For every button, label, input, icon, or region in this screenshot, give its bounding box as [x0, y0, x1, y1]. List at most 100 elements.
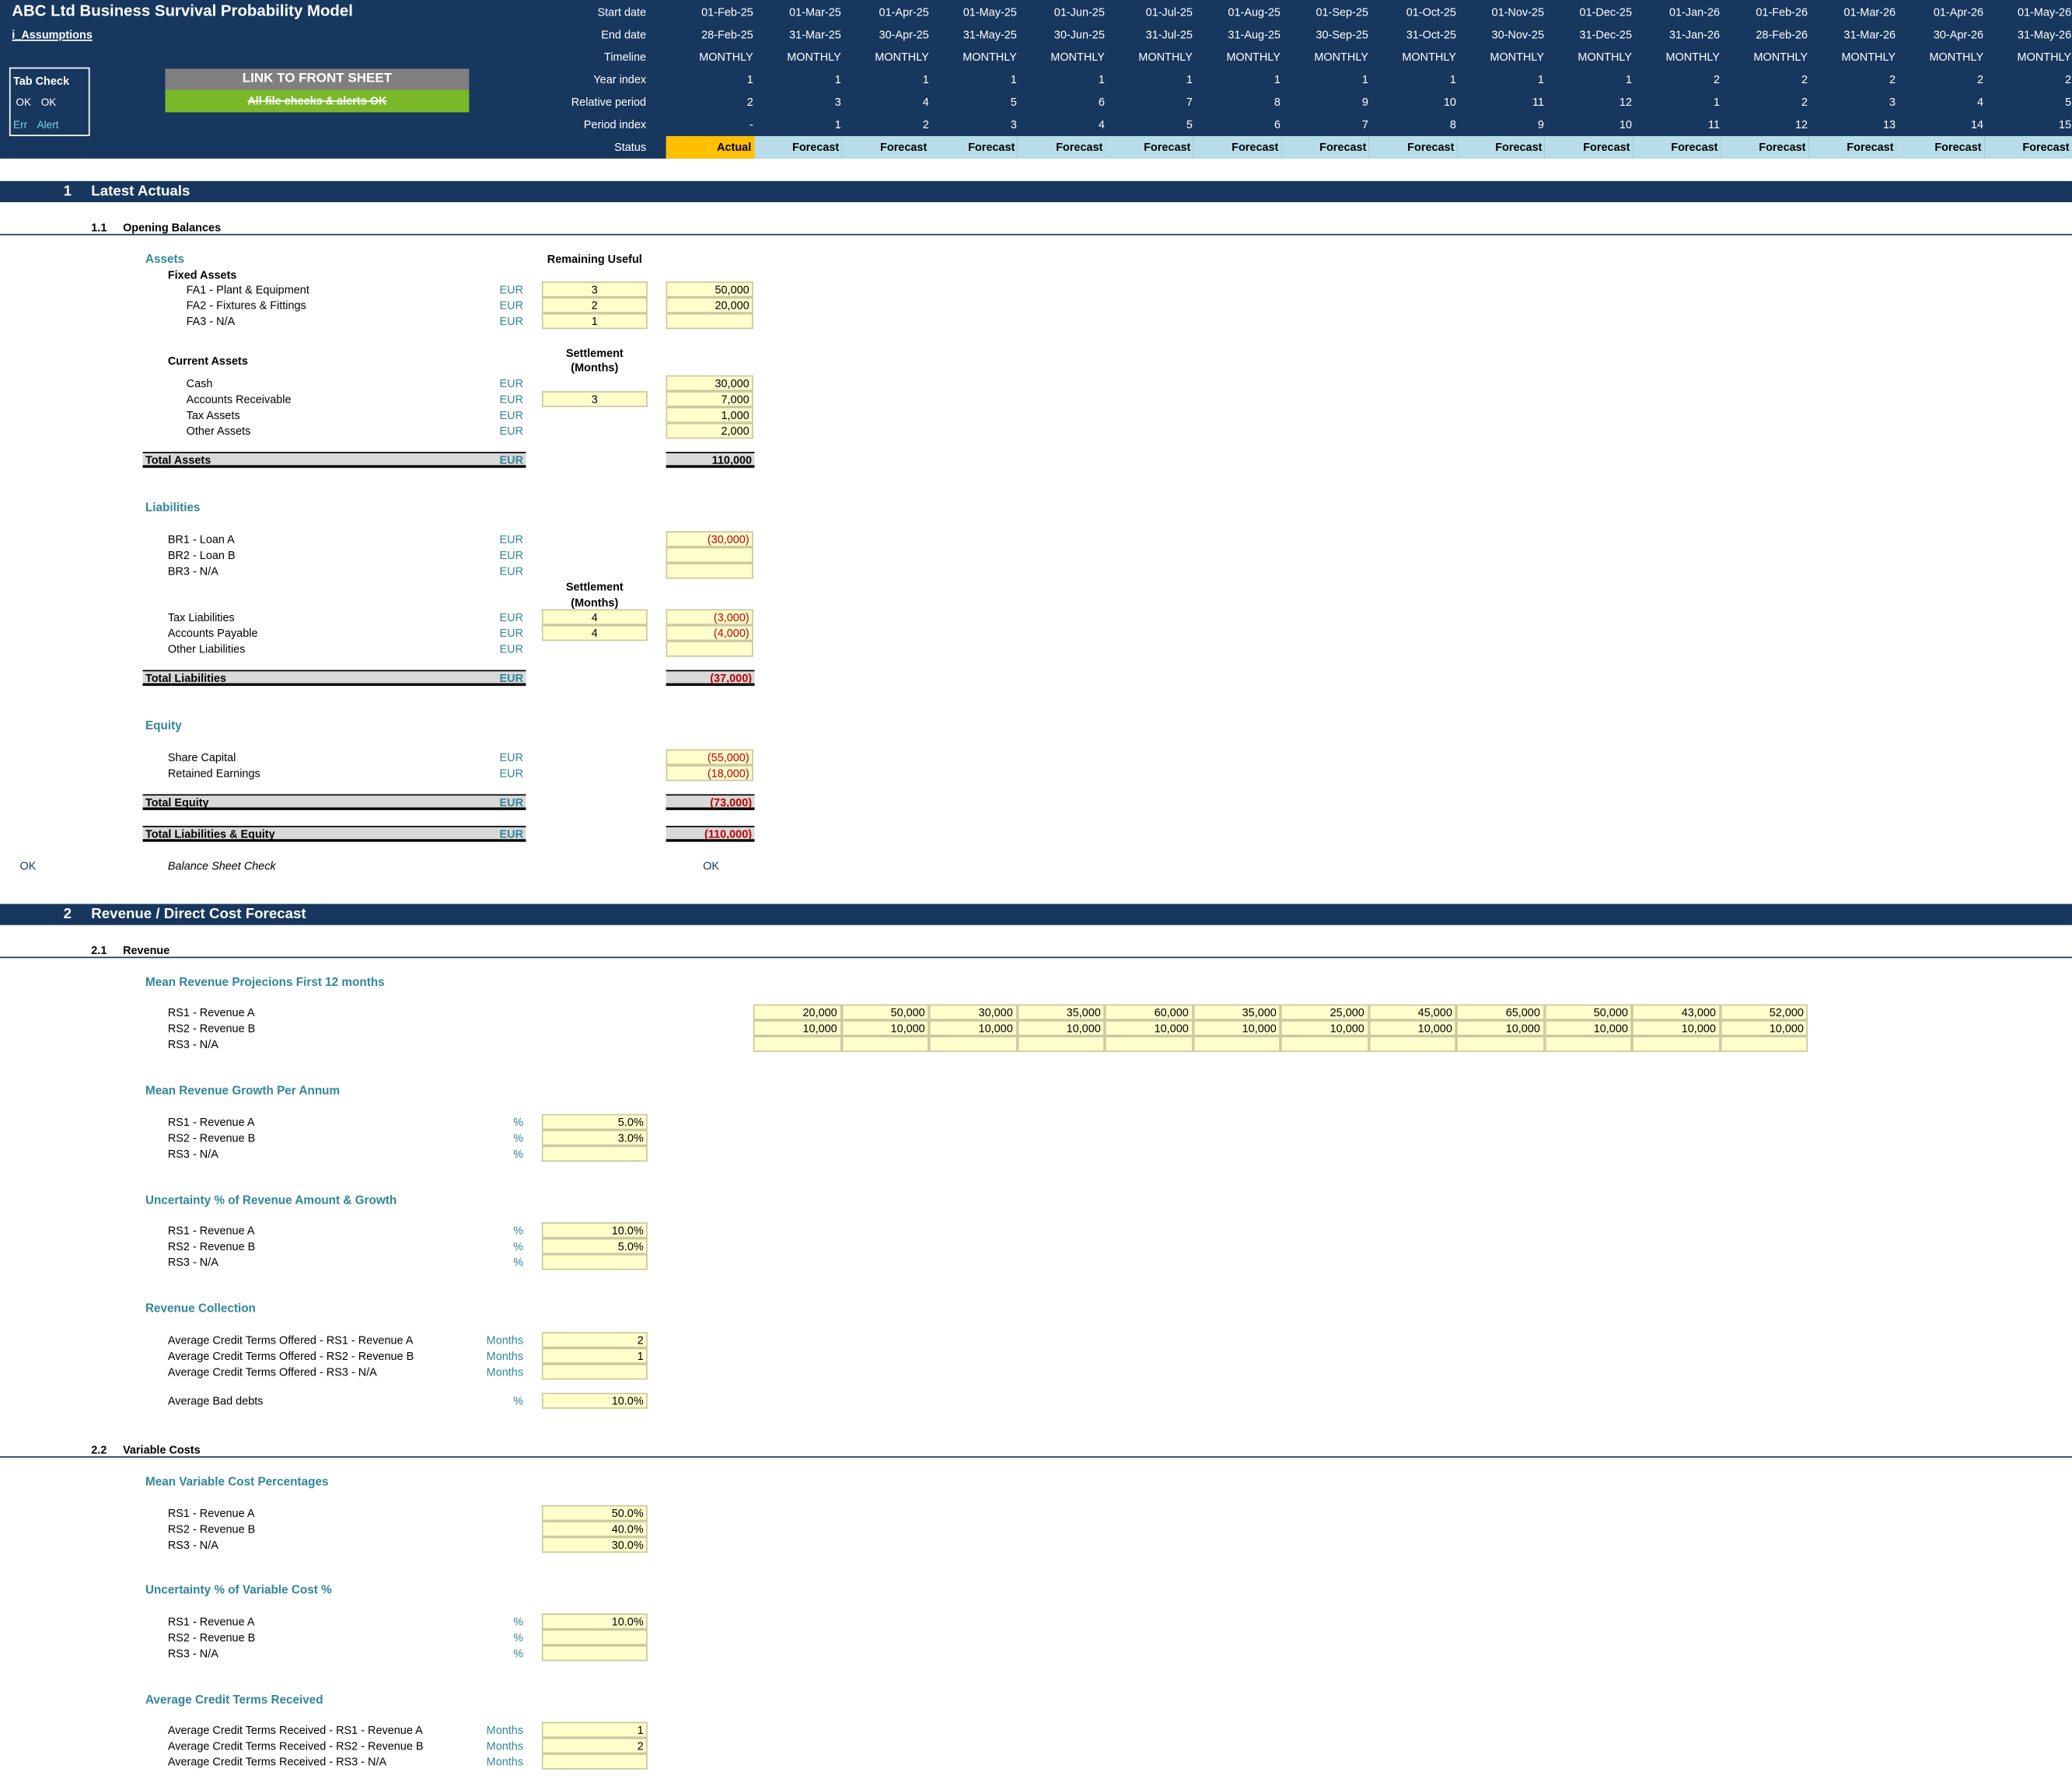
- revenue-projection-input[interactable]: [1280, 1036, 1368, 1052]
- fixed-asset-months-input[interactable]: 3: [541, 281, 648, 298]
- revenue-projection-input[interactable]: 30,000: [928, 1004, 1017, 1021]
- revenue-projection-input[interactable]: [1368, 1036, 1456, 1052]
- fixed-asset-value-input[interactable]: 50,000: [666, 281, 753, 298]
- timeline-year-index-cell: 2: [1977, 72, 1984, 86]
- credit-terms-offered-value-input[interactable]: 1: [541, 1347, 648, 1364]
- status-cell: Forecast: [1808, 136, 1896, 159]
- borrowing-value-input[interactable]: (30,000): [666, 531, 753, 547]
- borrowing-value-input[interactable]: [666, 547, 753, 564]
- revenue-projection-input[interactable]: [1016, 1036, 1105, 1052]
- revenue-projection-input[interactable]: [928, 1036, 1017, 1052]
- current-asset-value-input[interactable]: 2,000: [666, 422, 753, 439]
- link-to-front-sheet-button[interactable]: LINK TO FRONT SHEET: [165, 68, 470, 90]
- timeline-start-dates-cell: 01-Oct-25: [1406, 5, 1456, 19]
- subsection-2-1: 2.1 Revenue: [0, 935, 2072, 959]
- revenue-projection-input[interactable]: 10,000: [1368, 1020, 1456, 1036]
- credit-terms-received-value-input[interactable]: [541, 1753, 648, 1770]
- revenue-projection-input[interactable]: 20,000: [753, 1004, 841, 1021]
- revenue-projection-input[interactable]: 10,000: [928, 1020, 1017, 1036]
- revenue-projection-input[interactable]: 45,000: [1368, 1004, 1456, 1021]
- revenue-projection-input[interactable]: 10,000: [1104, 1020, 1193, 1036]
- current-asset-value-input[interactable]: 30,000: [666, 375, 753, 392]
- timeline-timeline-cell: MONTHLY: [963, 50, 1017, 64]
- revenue-projection-input[interactable]: [840, 1036, 929, 1052]
- timeline-timeline-cell: MONTHLY: [1578, 50, 1633, 64]
- revenue-growth-value-input[interactable]: 3.0%: [541, 1130, 648, 1146]
- revenue-projection-input[interactable]: [1543, 1036, 1633, 1052]
- current-assets-heading: Current Assets: [167, 354, 248, 368]
- revenue-projection-input[interactable]: 10,000: [753, 1020, 841, 1036]
- revenue-projection-input[interactable]: [1104, 1036, 1193, 1052]
- credit-terms-received-value-input[interactable]: 2: [541, 1737, 648, 1754]
- fixed-asset-value-input[interactable]: 20,000: [666, 297, 753, 313]
- revenue-projection-input[interactable]: 10,000: [1720, 1020, 1808, 1036]
- sheet-name[interactable]: i_Assumptions: [12, 26, 93, 42]
- revenue-projection-input[interactable]: 10,000: [1192, 1020, 1281, 1036]
- revenue-projection-input[interactable]: 10,000: [1016, 1020, 1105, 1036]
- revenue-projection-input[interactable]: 10,000: [1455, 1020, 1544, 1036]
- other-liability-value-input[interactable]: [666, 641, 753, 657]
- revenue-projection-input[interactable]: 60,000: [1104, 1004, 1193, 1021]
- revenue-uncertainty-value-input[interactable]: [541, 1253, 648, 1270]
- variable-cost-value-input[interactable]: 30.0%: [541, 1536, 648, 1554]
- timeline-row-label: Relative period: [571, 95, 647, 109]
- revenue-projection-input[interactable]: 65,000: [1455, 1004, 1544, 1021]
- revenue-growth-unit: %: [513, 1115, 524, 1129]
- fixed-asset-value-input[interactable]: [666, 313, 753, 330]
- other-liability-value-input[interactable]: (3,000): [666, 609, 753, 625]
- credit-terms-offered-value-input[interactable]: 2: [541, 1332, 648, 1348]
- revenue-growth-value-input[interactable]: 5.0%: [541, 1113, 648, 1131]
- revenue-uncertainty-value-input[interactable]: 10.0%: [541, 1222, 648, 1239]
- fixed-asset-months-input[interactable]: 1: [541, 313, 648, 330]
- current-asset-value-input[interactable]: 7,000: [666, 391, 753, 407]
- timeline-period-index-cell: 6: [1274, 117, 1281, 131]
- revenue-projection-input[interactable]: 50,000: [840, 1004, 929, 1021]
- revenue-projection-input[interactable]: 10,000: [1543, 1020, 1633, 1036]
- credit-terms-offered-value-input[interactable]: [541, 1363, 648, 1380]
- revenue-projection-input[interactable]: 10,000: [1280, 1020, 1368, 1036]
- revenue-projection-input[interactable]: 35,000: [1016, 1004, 1105, 1021]
- revenue-projection-input[interactable]: [1192, 1036, 1281, 1052]
- revenue-projection-input[interactable]: [1632, 1036, 1721, 1052]
- revenue-projection-input[interactable]: [753, 1036, 841, 1052]
- equity-value-input[interactable]: (55,000): [666, 749, 753, 766]
- credit-terms-received-value-input[interactable]: 1: [541, 1721, 648, 1738]
- timeline-period-index-cell: 15: [2059, 117, 2072, 131]
- revenue-projection-input[interactable]: 25,000: [1280, 1004, 1368, 1021]
- revenue-uncertainty-heading: Uncertainty % of Revenue Amount & Growth: [145, 1193, 397, 1207]
- revenue-projection-input[interactable]: 50,000: [1543, 1004, 1633, 1021]
- revenue-projection-input[interactable]: 10,000: [840, 1020, 929, 1036]
- timeline-period-index-cell: 7: [1361, 117, 1368, 131]
- variable-cost-value-input[interactable]: 40.0%: [541, 1521, 648, 1537]
- variable-cost-uncertainty-value-input[interactable]: [541, 1629, 648, 1646]
- current-asset-months-input[interactable]: 3: [541, 391, 648, 407]
- bad-debts-input[interactable]: 10.0%: [541, 1393, 648, 1409]
- current-asset-value-input[interactable]: 1,000: [666, 407, 753, 423]
- equity-value-input[interactable]: (18,000): [666, 765, 753, 781]
- variable-cost-heading: Mean Variable Cost Percentages: [145, 1474, 329, 1488]
- revenue-projection-input[interactable]: 43,000: [1632, 1004, 1721, 1021]
- revenue-projection-input[interactable]: [1720, 1036, 1808, 1052]
- revenue-uncertainty-value-input[interactable]: 5.0%: [541, 1238, 648, 1254]
- other-liability-months-input[interactable]: 4: [541, 609, 648, 625]
- revenue-uncertainty-unit: %: [513, 1255, 524, 1269]
- revenue-projection-input[interactable]: 10,000: [1632, 1020, 1721, 1036]
- variable-cost-uncertainty-value-input[interactable]: 10.0%: [541, 1613, 648, 1630]
- borrowing-value-input[interactable]: [666, 563, 753, 579]
- revenue-projection-input[interactable]: [1455, 1036, 1544, 1052]
- status-cell: Forecast: [1632, 136, 1721, 159]
- total-liab-equity-unit: EUR: [499, 827, 524, 841]
- timeline-year-index-cell: 1: [1361, 72, 1368, 86]
- other-liability-value-input[interactable]: (4,000): [666, 624, 753, 641]
- revenue-uncertainty-unit: %: [513, 1223, 524, 1237]
- variable-cost-uncertainty-value-input[interactable]: [541, 1645, 648, 1662]
- variable-cost-value-input[interactable]: 50.0%: [541, 1505, 648, 1522]
- section-1-bar: 1 Latest Actuals: [0, 180, 2072, 203]
- revenue-growth-value-input[interactable]: [541, 1145, 648, 1162]
- other-liability-months-input[interactable]: 4: [541, 624, 648, 641]
- model-title: ABC Ltd Business Survival Probability Mo…: [12, 1, 353, 20]
- revenue-projection-input[interactable]: 35,000: [1192, 1004, 1281, 1021]
- revenue-projection-input[interactable]: 52,000: [1720, 1004, 1808, 1021]
- fixed-asset-months-input[interactable]: 2: [541, 297, 648, 313]
- timeline-relative-period-cell: 12: [1619, 95, 1633, 109]
